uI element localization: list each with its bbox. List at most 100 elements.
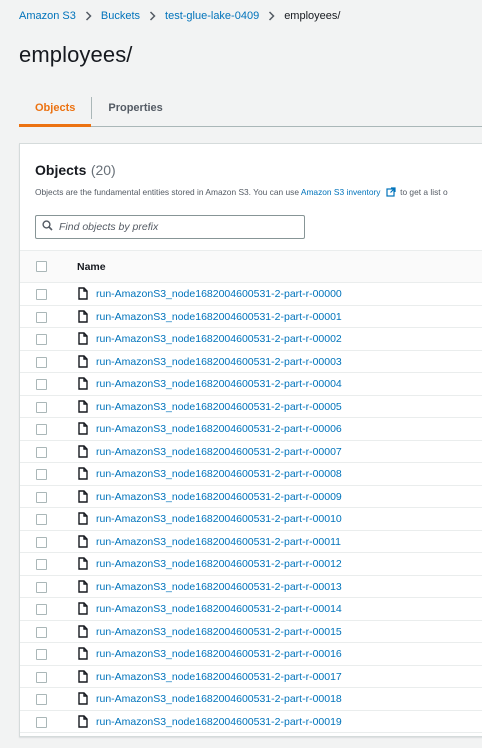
breadcrumb-buckets[interactable]: Buckets xyxy=(101,10,140,22)
row-checkbox[interactable] xyxy=(36,424,47,435)
table-row: run-AmazonS3_node1682004600531-2-part-r-… xyxy=(20,666,482,688)
search-box[interactable] xyxy=(35,215,305,239)
breadcrumb-bucket[interactable]: test-glue-lake-0409 xyxy=(165,10,259,22)
column-header-name[interactable]: Name xyxy=(77,261,106,273)
table-row: run-AmazonS3_node1682004600531-2-part-r-… xyxy=(20,373,482,396)
table-row: run-AmazonS3_node1682004600531-2-part-r-… xyxy=(20,486,482,508)
row-checkbox[interactable] xyxy=(36,401,47,413)
object-link[interactable]: run-AmazonS3_node1682004600531-2-part-r-… xyxy=(96,311,342,323)
object-link[interactable]: run-AmazonS3_node1682004600531-2-part-r-… xyxy=(96,491,342,503)
objects-panel: Objects (20) Objects are the fundamental… xyxy=(19,143,482,737)
object-link[interactable]: run-AmazonS3_node1682004600531-2-part-r-… xyxy=(96,468,342,480)
file-icon xyxy=(78,557,88,575)
object-link[interactable]: run-AmazonS3_node1682004600531-2-part-r-… xyxy=(96,536,341,548)
row-checkbox[interactable] xyxy=(36,491,47,503)
row-checkbox[interactable] xyxy=(36,626,47,638)
page-title: employees/ xyxy=(19,42,133,67)
table-header: Name xyxy=(20,250,482,283)
object-link[interactable]: run-AmazonS3_node1682004600531-2-part-r-… xyxy=(96,446,342,458)
row-checkbox[interactable] xyxy=(36,311,47,323)
table-row: run-AmazonS3_node1682004600531-2-part-r-… xyxy=(20,621,482,643)
tab-bar: Objects Properties xyxy=(19,90,482,127)
table-row: run-AmazonS3_node1682004600531-2-part-r-… xyxy=(20,531,482,553)
tab-objects[interactable]: Objects xyxy=(19,90,92,127)
file-icon xyxy=(78,669,88,688)
objects-table-body: run-AmazonS3_node1682004600531-2-part-r-… xyxy=(20,283,482,733)
row-checkbox[interactable] xyxy=(36,446,47,458)
chevron-right-icon xyxy=(149,11,156,21)
file-icon xyxy=(78,692,88,710)
table-row: run-AmazonS3_node1682004600531-2-part-r-… xyxy=(20,553,482,576)
search-input[interactable] xyxy=(59,221,299,233)
object-link[interactable]: run-AmazonS3_node1682004600531-2-part-r-… xyxy=(96,513,342,525)
object-link[interactable]: run-AmazonS3_node1682004600531-2-part-r-… xyxy=(96,333,342,345)
tab-properties[interactable]: Properties xyxy=(92,90,178,126)
object-link[interactable]: run-AmazonS3_node1682004600531-2-part-r-… xyxy=(96,693,342,705)
row-checkbox[interactable] xyxy=(36,334,47,345)
object-link[interactable]: run-AmazonS3_node1682004600531-2-part-r-… xyxy=(96,378,342,390)
table-row: run-AmazonS3_node1682004600531-2-part-r-… xyxy=(20,441,482,463)
objects-panel-title: Objects xyxy=(35,162,87,178)
select-all-checkbox[interactable] xyxy=(36,261,47,272)
external-link-icon[interactable] xyxy=(386,187,396,199)
file-icon xyxy=(78,377,88,395)
table-row: run-AmazonS3_node1682004600531-2-part-r-… xyxy=(20,508,482,531)
table-row: run-AmazonS3_node1682004600531-2-part-r-… xyxy=(20,463,482,486)
object-link[interactable]: run-AmazonS3_node1682004600531-2-part-r-… xyxy=(96,581,342,593)
objects-count: (20) xyxy=(90,162,116,178)
inventory-link[interactable]: Amazon S3 inventory xyxy=(301,187,381,197)
file-icon xyxy=(78,624,88,643)
file-icon xyxy=(78,332,88,350)
file-icon xyxy=(78,489,88,508)
table-row: run-AmazonS3_node1682004600531-2-part-r-… xyxy=(20,418,482,441)
table-row: run-AmazonS3_node1682004600531-2-part-r-… xyxy=(20,396,482,418)
chevron-right-icon xyxy=(268,11,275,21)
row-checkbox[interactable] xyxy=(36,716,47,728)
object-link[interactable]: run-AmazonS3_node1682004600531-2-part-r-… xyxy=(96,356,342,368)
file-icon xyxy=(78,422,88,440)
object-link[interactable]: run-AmazonS3_node1682004600531-2-part-r-… xyxy=(96,716,342,728)
breadcrumb-current: employees/ xyxy=(284,10,341,22)
chevron-right-icon xyxy=(85,11,92,21)
row-checkbox[interactable] xyxy=(36,289,47,300)
row-checkbox[interactable] xyxy=(36,649,47,660)
object-link[interactable]: run-AmazonS3_node1682004600531-2-part-r-… xyxy=(96,626,342,638)
object-link[interactable]: run-AmazonS3_node1682004600531-2-part-r-… xyxy=(96,558,342,570)
breadcrumb: Amazon S3 Buckets test-glue-lake-0409 em… xyxy=(19,10,340,22)
row-checkbox[interactable] xyxy=(36,356,47,368)
file-icon xyxy=(78,287,88,305)
row-checkbox[interactable] xyxy=(36,581,47,593)
file-icon xyxy=(78,647,88,665)
table-row: run-AmazonS3_node1682004600531-2-part-r-… xyxy=(20,328,482,351)
row-checkbox[interactable] xyxy=(36,469,47,480)
table-row: run-AmazonS3_node1682004600531-2-part-r-… xyxy=(20,598,482,621)
object-link[interactable]: run-AmazonS3_node1682004600531-2-part-r-… xyxy=(96,288,342,300)
file-icon xyxy=(78,309,88,328)
table-row: run-AmazonS3_node1682004600531-2-part-r-… xyxy=(20,283,482,306)
objects-panel-header: Objects (20) xyxy=(35,162,116,180)
search-icon xyxy=(42,218,53,236)
object-link[interactable]: run-AmazonS3_node1682004600531-2-part-r-… xyxy=(96,401,342,413)
row-checkbox[interactable] xyxy=(36,536,47,548)
row-checkbox[interactable] xyxy=(36,559,47,570)
file-icon xyxy=(78,512,88,530)
object-link[interactable]: run-AmazonS3_node1682004600531-2-part-r-… xyxy=(96,671,342,683)
file-icon xyxy=(78,579,88,598)
object-link[interactable]: run-AmazonS3_node1682004600531-2-part-r-… xyxy=(96,603,342,615)
row-checkbox[interactable] xyxy=(36,379,47,390)
objects-description: Objects are the fundamental entities sto… xyxy=(35,187,448,199)
row-checkbox[interactable] xyxy=(36,604,47,615)
object-link[interactable]: run-AmazonS3_node1682004600531-2-part-r-… xyxy=(96,423,342,435)
file-icon xyxy=(78,444,88,463)
breadcrumb-amazon-s3[interactable]: Amazon S3 xyxy=(19,10,76,22)
file-icon xyxy=(78,714,88,733)
file-icon xyxy=(78,354,88,373)
description-suffix: to get a list o xyxy=(400,187,448,197)
row-checkbox[interactable] xyxy=(36,514,47,525)
table-row: run-AmazonS3_node1682004600531-2-part-r-… xyxy=(20,711,482,733)
row-checkbox[interactable] xyxy=(36,694,47,705)
table-row: run-AmazonS3_node1682004600531-2-part-r-… xyxy=(20,576,482,598)
object-link[interactable]: run-AmazonS3_node1682004600531-2-part-r-… xyxy=(96,648,342,660)
table-row: run-AmazonS3_node1682004600531-2-part-r-… xyxy=(20,688,482,711)
row-checkbox[interactable] xyxy=(36,671,47,683)
